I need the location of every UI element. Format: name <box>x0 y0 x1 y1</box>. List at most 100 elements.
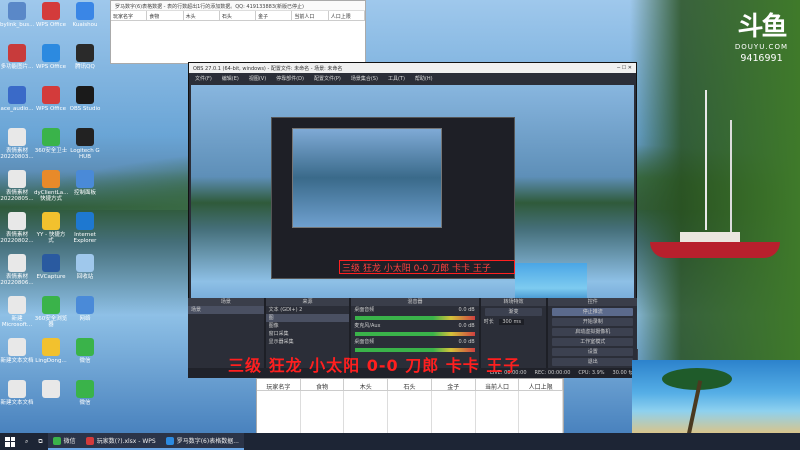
control-button[interactable]: 停止推流 <box>552 308 633 316</box>
control-button[interactable]: 开始录制 <box>552 318 633 326</box>
desktop-icon[interactable]: bylink_bus... <box>0 2 34 28</box>
sailboat-mast <box>705 90 707 230</box>
desktop-icon-label: 控制面板 <box>73 190 96 196</box>
channel-db: 0.0 dB <box>458 323 475 329</box>
status-item: REC: 00:00:00 <box>534 370 571 376</box>
desktop-icon[interactable]: 回收站 <box>68 254 102 280</box>
desktop-icon[interactable]: Logitech G HUB <box>68 128 102 160</box>
menu-item[interactable]: 场景集合(S) <box>351 75 378 82</box>
desktop-icon[interactable]: 表情素材 20220803... <box>0 128 34 160</box>
desktop-app-icon <box>76 380 94 398</box>
desktop-icon[interactable]: 微信 <box>68 380 102 406</box>
mixer-channel: 桌面音频 0.0 dB <box>351 338 478 346</box>
control-button[interactable]: 退出 <box>552 358 633 366</box>
column-header: 食物 <box>301 379 345 391</box>
desktop-icon[interactable]: EVCapture <box>34 254 68 280</box>
desktop-icon[interactable]: Internet Explorer <box>68 212 102 244</box>
desktop-icon-label: YY - 快捷方式 <box>36 232 66 244</box>
desktop-app-icon <box>42 380 60 398</box>
taskbar-app-label: 罗马数字(6)表格数据... <box>176 438 239 445</box>
desktop-app-icon <box>76 44 94 62</box>
desktop-icon-label: 360安全浏览器 <box>34 316 68 328</box>
desktop-icon-label: 表情素材 20220803... <box>0 148 34 160</box>
search-icon[interactable]: ⌕ <box>20 433 33 450</box>
danmaku-overlay: 三级 狂龙 小太阳 0-0 刀郎 卡卡 王子 <box>228 356 521 375</box>
desktop-icon[interactable]: dyClientLa... 快捷方式 <box>34 170 68 202</box>
column-header: 玩家名字 <box>111 11 148 20</box>
desktop-icon[interactable]: 表情素材 20220806... <box>0 254 34 286</box>
task-view-icon[interactable]: ⧉ <box>33 433 47 450</box>
menu-item[interactable]: 视图(V) <box>249 75 266 82</box>
transition-select[interactable]: 渐变 <box>484 308 543 316</box>
menu-item[interactable]: 配置文件(P) <box>314 75 341 82</box>
taskbar-app[interactable]: 微信 <box>47 433 81 450</box>
desktop-icon[interactable]: 新建文本文档 <box>0 338 34 364</box>
desktop-icon-label: 回收站 <box>76 274 94 280</box>
menu-item[interactable]: 工具(T) <box>388 75 405 82</box>
taskbar-app[interactable]: 玩家数(?).xlsx - WPS <box>80 433 161 450</box>
obs-titlebar[interactable]: OBS 27.0.1 (64-bit, windows) - 配置文件: 未命名… <box>189 63 636 73</box>
taskbar-app[interactable]: 罗马数字(6)表格数据... <box>160 433 244 450</box>
menu-item[interactable]: 文件(F) <box>195 75 212 82</box>
taskbar-app-icon <box>52 436 61 445</box>
desktop-icon[interactable] <box>34 380 68 400</box>
control-button[interactable]: 启动虚拟摄像机 <box>552 328 633 336</box>
desktop-icon-label: Logitech G HUB <box>70 148 100 160</box>
desktop-app-icon <box>42 128 60 146</box>
source-item[interactable]: 显示器采集 <box>266 338 350 346</box>
source-item[interactable]: 文本 (GDI+) 2 <box>266 306 350 314</box>
desktop-icon[interactable]: ace_audio... <box>0 86 34 112</box>
desktop-app-icon <box>76 254 94 272</box>
start-button[interactable] <box>0 433 20 450</box>
desktop-icon[interactable]: 新建 Microsoft... <box>0 296 34 328</box>
window-controls[interactable]: ─ ☐ ✕ <box>617 65 632 71</box>
grid-window-top[interactable]: 罗马数字(6)表格数据 - 表的行数超出1行的添加数据。QQ: 41913388… <box>110 0 366 64</box>
desktop-app-icon <box>42 170 60 188</box>
scene-item[interactable]: 场景 <box>188 306 264 314</box>
desktop-icon[interactable]: OBS Studio <box>68 86 102 112</box>
column-header: 当前人口 <box>476 379 520 391</box>
desktop-icon[interactable]: WPS Office <box>34 44 68 70</box>
taskbar-app-label: 微信 <box>63 438 76 445</box>
desktop-icon[interactable]: 表情素材 20220805... <box>0 170 34 202</box>
desktop-icon-label: 表情素材 20220805... <box>0 190 34 202</box>
grid-window-lower[interactable]: 玩家名字 食物 木头 石头 金子 当前人口 人口上限 <box>256 378 564 441</box>
boat-hull <box>650 242 780 258</box>
desktop-icon[interactable]: 网络 <box>68 296 102 322</box>
desktop-icon[interactable]: 新建文本文档 <box>0 380 34 406</box>
channel-name: 桌面音频 <box>354 307 375 313</box>
desktop-icon[interactable]: 微信 <box>68 338 102 364</box>
menu-item[interactable]: 编辑(E) <box>222 75 239 82</box>
desktop-icon[interactable]: WPS Office <box>34 86 68 112</box>
menu-item[interactable]: 停靠部件(D) <box>276 75 304 82</box>
mixer-channel: 麦克风/Aux 0.0 dB <box>351 322 478 330</box>
desktop-icon[interactable]: LingDong... <box>34 338 68 364</box>
source-item[interactable]: 图 <box>265 314 350 322</box>
desktop-icon[interactable]: 360安全卫士 <box>34 128 68 154</box>
desktop-icon[interactable]: 腾讯QQ <box>68 44 102 70</box>
source-item[interactable]: 窗口采集 <box>266 330 350 338</box>
duration-input[interactable]: 300 ms <box>499 319 524 325</box>
desktop-icon[interactable]: 控制面板 <box>68 170 102 196</box>
controls-dock: 控件 停止推流 开始录制 启动虚拟摄像机 工作室模式 设置 退出 <box>548 298 637 378</box>
control-button[interactable]: 工作室模式 <box>552 338 633 346</box>
desktop-icon-label: Kuaishou <box>72 22 98 28</box>
desktop-icon[interactable]: WPS Office <box>34 2 68 28</box>
desktop-app-icon <box>8 296 26 314</box>
column-header: 玩家名字 <box>257 379 301 391</box>
control-button[interactable]: 设置 <box>552 348 633 356</box>
table-header: 玩家名字 食物 木头 石头 金子 当前人口 人口上限 <box>257 379 564 391</box>
source-item[interactable]: 图像 <box>266 322 350 330</box>
desktop-icon[interactable]: 多功能图片... <box>0 44 34 70</box>
desktop-icon[interactable]: Kuaishou <box>68 2 102 28</box>
desktop-icon[interactable]: 360安全浏览器 <box>34 296 68 328</box>
desktop-icon[interactable]: YY - 快捷方式 <box>34 212 68 244</box>
palm-beach-image <box>632 360 800 433</box>
desktop-icon-label: ace_audio... <box>0 106 34 112</box>
desktop-icon[interactable]: 表情素材 20220802... <box>0 212 34 244</box>
menu-item[interactable]: 帮助(H) <box>415 75 433 82</box>
desktop-icon-label: 新建文本文档 <box>0 400 34 406</box>
table-header: 玩家名字 食物 木头 石头 金子 当前人口 人口上限 <box>111 11 365 21</box>
desktop-icon-label: EVCapture <box>36 274 66 280</box>
scenes-dock-title: 场景 <box>188 298 264 306</box>
